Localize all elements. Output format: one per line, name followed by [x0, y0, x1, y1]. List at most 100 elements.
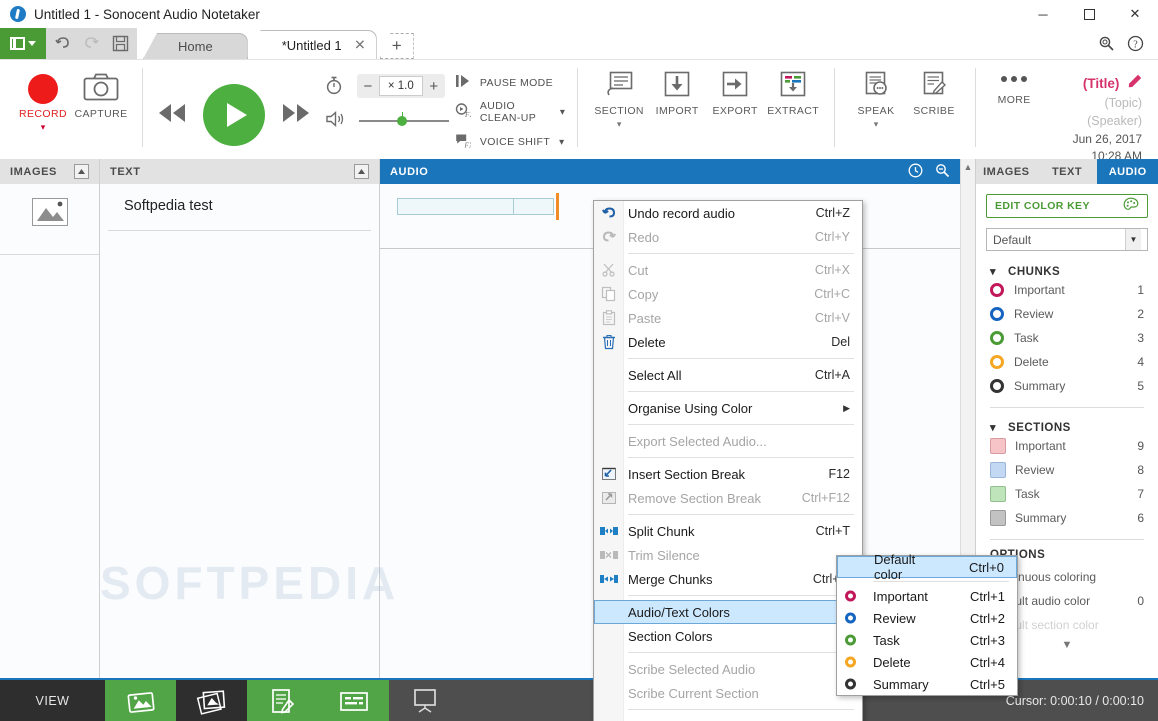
submenu-item-review[interactable]: Review Ctrl+2: [837, 607, 1017, 629]
sidebar-tab-text[interactable]: TEXT: [1037, 159, 1098, 184]
undo-icon: [600, 204, 618, 222]
pane-text-collapse-button[interactable]: [354, 164, 369, 179]
section-swatch-task: [990, 486, 1006, 502]
tab-untitled-1[interactable]: *Untitled 1 ✕: [247, 30, 377, 59]
menu-item-merge-chunks[interactable]: Merge Chunks Ctrl+M: [594, 567, 862, 591]
view-text-button[interactable]: [247, 680, 318, 721]
image-list-item[interactable]: [0, 198, 99, 255]
section-color-row[interactable]: Summary 6: [976, 506, 1158, 530]
submenu-item-summary[interactable]: Summary Ctrl+5: [837, 673, 1017, 695]
menu-item-undo-record-audio[interactable]: Undo record audio Ctrl+Z: [594, 201, 862, 225]
maximize-button[interactable]: [1066, 0, 1112, 28]
section-color-row[interactable]: Task 7: [976, 482, 1158, 506]
submenu-item-task[interactable]: Task Ctrl+3: [837, 629, 1017, 651]
audio-playhead[interactable]: [556, 193, 559, 220]
minimize-button[interactable]: ─: [1020, 0, 1066, 28]
chunk-color-row[interactable]: Task 3: [976, 326, 1158, 350]
record-button[interactable]: RECORD ▾: [14, 66, 72, 130]
submenu-item-important[interactable]: Important Ctrl+1: [837, 585, 1017, 607]
fast-forward-button[interactable]: [279, 102, 313, 127]
view-image-stack-button[interactable]: [176, 680, 247, 721]
chevron-down-icon[interactable]: ▾: [990, 265, 996, 278]
chunk-color-row[interactable]: Delete 4: [976, 350, 1158, 374]
tab-close-icon[interactable]: ✕: [354, 37, 366, 54]
submenu-item-label: Important: [873, 589, 928, 604]
doc-title[interactable]: (Title): [1083, 76, 1120, 91]
pane-images-collapse-button[interactable]: [74, 164, 89, 179]
help-icon[interactable]: ?: [1127, 35, 1144, 55]
speak-chevron-down-icon[interactable]: ▾: [874, 121, 879, 127]
sections-group-header[interactable]: ▾ SECTIONS: [976, 421, 1158, 434]
audio-chunk[interactable]: [397, 198, 554, 215]
section-chevron-down-icon[interactable]: ▾: [617, 121, 622, 127]
volume-icon[interactable]: [325, 110, 345, 131]
speed-increase-button[interactable]: +: [423, 78, 445, 95]
chevron-down-icon: [28, 41, 36, 46]
text-list-item[interactable]: Softpedia test: [108, 184, 371, 231]
chunk-swatch-important: [990, 283, 1004, 297]
save-icon[interactable]: [112, 35, 129, 52]
section-button[interactable]: SECTION ▾: [590, 66, 648, 127]
submenu-item-shortcut: Ctrl+4: [944, 655, 1005, 670]
menu-item-audio-text-colors[interactable]: Audio/Text Colors ▶: [594, 600, 862, 624]
extract-button[interactable]: EXTRACT: [764, 66, 822, 117]
more-button[interactable]: MORE: [988, 60, 1041, 157]
app-menu-button[interactable]: [0, 28, 46, 59]
submenu-item-default-color[interactable]: Default color Ctrl+0: [837, 556, 1017, 578]
audio-clean-up-chevron-down-icon[interactable]: ▾: [560, 107, 565, 118]
menu-item-select-all[interactable]: Select All Ctrl+A: [594, 363, 862, 387]
doc-speaker[interactable]: (Speaker): [1040, 112, 1142, 130]
menu-item-organise-using-color[interactable]: Organise Using Color ▶: [594, 396, 862, 420]
clock-icon[interactable]: [908, 163, 923, 181]
export-icon: [721, 70, 749, 101]
edit-title-pencil-icon[interactable]: [1128, 76, 1142, 91]
record-chevron-down-icon[interactable]: ▾: [41, 124, 46, 130]
chevron-down-icon[interactable]: ▼: [1125, 229, 1141, 250]
undo-icon[interactable]: [54, 35, 71, 52]
menu-item-copy-section-timecode[interactable]: Copy Section Timecode: [594, 714, 862, 721]
color-key-preset-select[interactable]: Default ▼: [986, 228, 1148, 251]
submenu-item-delete[interactable]: Delete Ctrl+4: [837, 651, 1017, 673]
tab-home[interactable]: Home: [143, 33, 248, 59]
chevron-down-icon[interactable]: ▾: [990, 421, 996, 434]
pause-mode-button[interactable]: PAUSE MODE: [455, 74, 566, 91]
voice-shift-chevron-down-icon[interactable]: ▾: [559, 137, 564, 148]
chunks-group-header[interactable]: ▾ CHUNKS: [976, 265, 1158, 278]
menu-item-split-chunk[interactable]: Split Chunk Ctrl+T: [594, 519, 862, 543]
view-images-button[interactable]: [105, 680, 176, 721]
import-button[interactable]: IMPORT: [648, 66, 706, 117]
chunk-color-row[interactable]: Summary 5: [976, 374, 1158, 398]
menu-item-insert-section-break[interactable]: Insert Section Break F12: [594, 462, 862, 486]
scroll-up-arrow-icon[interactable]: ▲: [964, 162, 973, 172]
play-button[interactable]: [203, 84, 265, 146]
chunk-color-row[interactable]: Important 1: [976, 278, 1158, 302]
sidebar-tab-images[interactable]: IMAGES: [976, 159, 1037, 184]
volume-slider-knob[interactable]: [397, 116, 407, 126]
image-stack-icon: [195, 687, 229, 715]
speed-decrease-button[interactable]: −: [357, 78, 379, 95]
rewind-button[interactable]: [155, 102, 189, 127]
section-color-row[interactable]: Important 9: [976, 434, 1158, 458]
close-button[interactable]: ✕: [1112, 0, 1158, 28]
menu-item-delete[interactable]: Delete Del: [594, 330, 862, 354]
chunk-color-row[interactable]: Review 2: [976, 302, 1158, 326]
sidebar-tab-audio[interactable]: AUDIO: [1097, 159, 1158, 184]
new-tab-button[interactable]: +: [380, 33, 414, 59]
voice-shift-button[interactable]: fx VOICE SHIFT ▾: [455, 133, 566, 151]
capture-button[interactable]: CAPTURE: [72, 66, 130, 120]
doc-topic[interactable]: (Topic): [1040, 94, 1142, 112]
scribe-button[interactable]: SCRIBE: [905, 66, 963, 117]
edit-color-key-button[interactable]: EDIT COLOR KEY: [986, 194, 1148, 218]
view-audio-button[interactable]: [318, 680, 389, 721]
zoom-out-icon[interactable]: [935, 163, 950, 181]
audio-clean-up-button[interactable]: fx AUDIO CLEAN-UP ▾: [455, 100, 566, 124]
section-color-row[interactable]: Review 8: [976, 458, 1158, 482]
speak-button[interactable]: SPEAK ▾: [847, 66, 905, 127]
export-button[interactable]: EXPORT: [706, 66, 764, 117]
volume-slider[interactable]: [359, 120, 449, 122]
submenu-item-shortcut: Ctrl+5: [944, 677, 1005, 692]
menu-item-section-colors[interactable]: Section Colors ▶: [594, 624, 862, 648]
view-presentation-button[interactable]: [389, 680, 460, 721]
search-icon[interactable]: [1098, 35, 1115, 55]
ribbon-divider-1: [142, 68, 143, 147]
